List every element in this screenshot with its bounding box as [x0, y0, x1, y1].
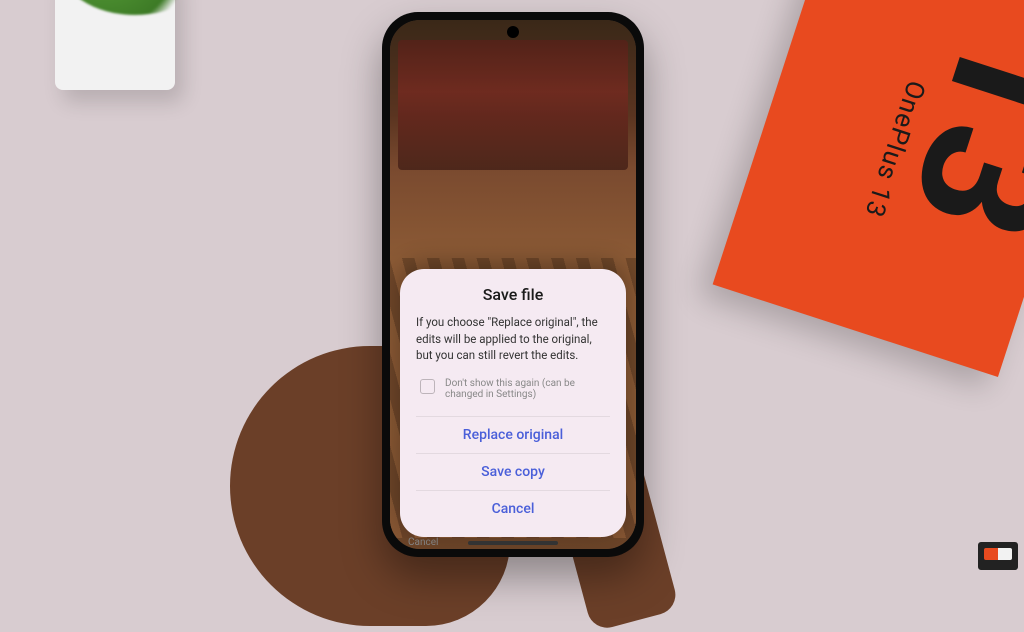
save-file-dialog: Save file If you choose "Replace origina…	[400, 269, 626, 537]
editor-cancel-label: Cancel	[408, 537, 438, 548]
replace-original-button[interactable]: Replace original	[416, 416, 610, 453]
dialog-body: If you choose "Replace original", the ed…	[416, 314, 610, 364]
dont-show-row[interactable]: Don't show this again (can be changed in…	[416, 378, 610, 400]
dont-show-label: Don't show this again (can be changed in…	[445, 378, 610, 400]
watermark-logo	[978, 542, 1018, 570]
home-indicator[interactable]	[468, 541, 558, 545]
dialog-title: Save file	[416, 285, 610, 304]
phone-device: Cancel Save file If you choose "Replace …	[382, 12, 644, 557]
product-box: OnePlus 13 13	[713, 0, 1024, 377]
checkbox-icon[interactable]	[420, 379, 435, 394]
phone-screen: Cancel Save file If you choose "Replace …	[390, 20, 636, 549]
plant-prop	[55, 0, 175, 90]
box-number: 13	[868, 1, 1024, 263]
cancel-button[interactable]: Cancel	[416, 490, 610, 527]
save-copy-button[interactable]: Save copy	[416, 453, 610, 490]
camera-notch	[507, 26, 519, 38]
